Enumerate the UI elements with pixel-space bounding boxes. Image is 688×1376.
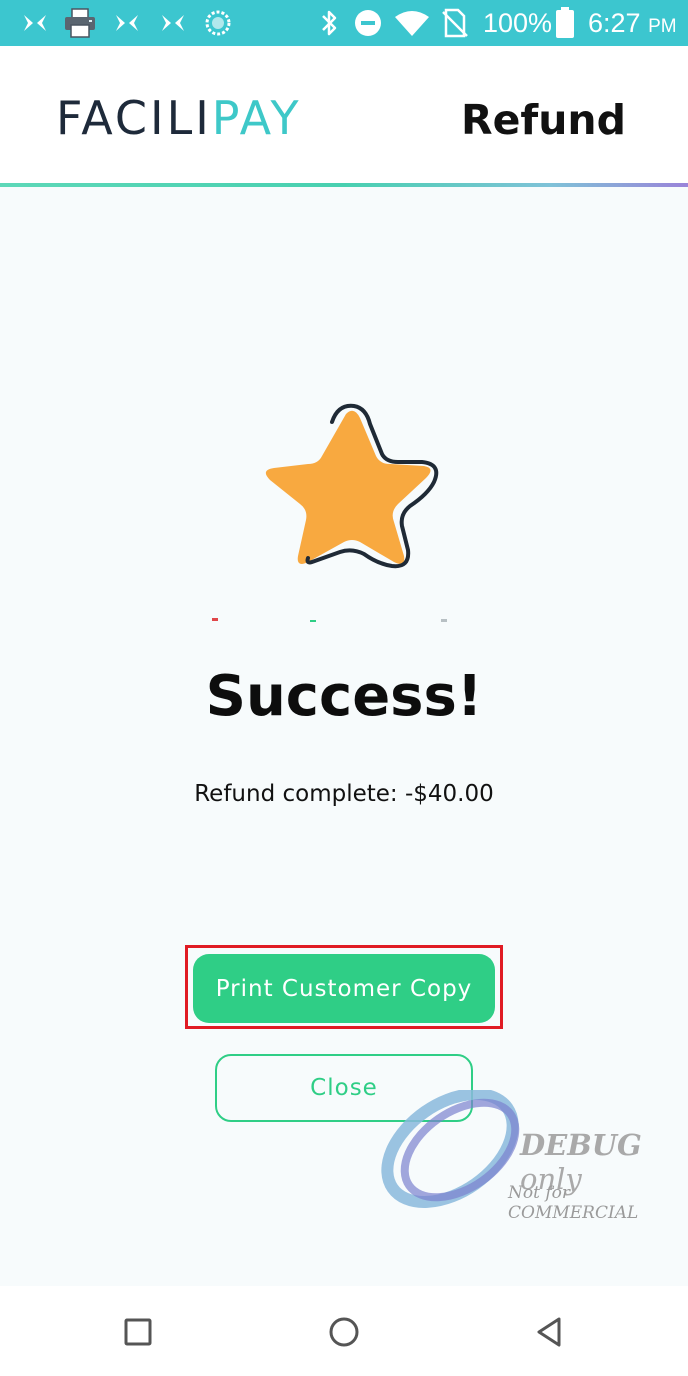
logo-text-facili: FACILI <box>56 91 212 145</box>
confetti-dot <box>310 620 316 622</box>
refund-message: Refund complete: -$40.00 <box>194 781 494 807</box>
wifi-icon <box>392 0 432 46</box>
print-customer-copy-button[interactable]: Print Customer Copy <box>193 954 495 1023</box>
sync-icon <box>202 0 234 46</box>
app-notification-icon <box>112 0 142 46</box>
logo-text-pay: PAY <box>211 91 302 145</box>
home-icon[interactable] <box>320 1308 368 1356</box>
clock-ampm: PM <box>648 16 677 37</box>
facilipay-logo: FACILIPAY <box>56 90 302 146</box>
confetti-dot <box>212 618 218 621</box>
confetti-dot <box>441 619 447 622</box>
page-title: Refund <box>461 96 626 144</box>
app-header: FACILIPAY Refund <box>0 46 688 184</box>
watermark-debug-bold: DEBUG <box>520 1128 642 1162</box>
printer-icon <box>62 0 98 46</box>
app-notification-icon <box>158 0 188 46</box>
header-divider <box>0 183 688 187</box>
success-title: Success! <box>205 664 483 729</box>
star-icon <box>265 403 439 569</box>
clock: 6:27 PM <box>588 0 677 46</box>
back-icon[interactable] <box>526 1308 574 1356</box>
battery-icon <box>554 0 576 46</box>
app-notification-icon <box>20 0 50 46</box>
battery-percentage: 100% <box>483 8 553 38</box>
clock-time: 6:27 <box>588 8 641 38</box>
bluetooth-icon <box>316 0 342 46</box>
do-not-disturb-icon <box>352 0 384 46</box>
status-bar: 100% 6:27 PM <box>0 0 688 46</box>
no-sim-icon <box>440 0 470 46</box>
recent-apps-icon[interactable] <box>114 1308 162 1356</box>
watermark-commercial-text: Not for COMMERCIAL <box>508 1183 639 1223</box>
